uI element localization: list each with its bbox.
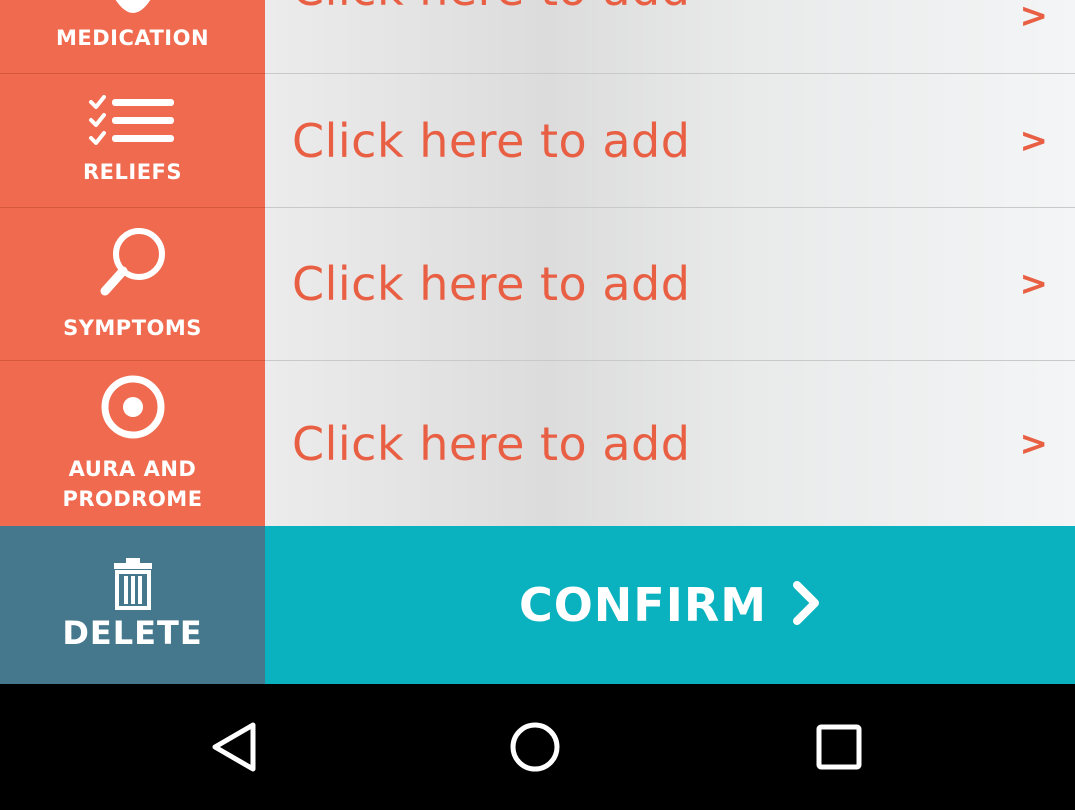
diary-entry-screen: MEDICATION Click here to add > (0, 0, 1075, 810)
aura-label-line2: PRODROME (62, 486, 203, 511)
back-triangle-icon (212, 722, 256, 772)
pill-icon (103, 0, 163, 23)
aura-prodrome-chevron-icon: > (1019, 423, 1049, 464)
aura-prodrome-placeholder: Click here to add (292, 416, 691, 471)
reliefs-category: RELIEFS (0, 74, 265, 208)
trash-icon (112, 558, 154, 610)
medication-add-field[interactable]: Click here to add > (265, 0, 1075, 74)
symptoms-placeholder: Click here to add (292, 257, 691, 311)
symptoms-add-field[interactable]: Click here to add > (265, 208, 1075, 361)
aura-prodrome-label: AURA AND PRODROME (62, 454, 202, 514)
recents-button[interactable] (809, 717, 869, 777)
medication-label: MEDICATION (55, 26, 210, 50)
reliefs-chevron-icon: > (1019, 120, 1049, 161)
checklist-icon (88, 94, 178, 147)
system-nav-bar (0, 684, 1075, 810)
aura-label-line1: AURA AND (68, 456, 197, 481)
aura-prodrome-row[interactable]: AURA AND PRODROME Click here to add > (0, 361, 1075, 526)
chevron-right-icon (791, 581, 821, 629)
symptoms-category: SYMPTOMS (0, 208, 265, 361)
back-button[interactable] (205, 717, 265, 777)
delete-button[interactable]: DELETE (0, 526, 265, 684)
symptoms-label: SYMPTOMS (63, 316, 202, 340)
medication-placeholder: Click here to add (292, 0, 690, 16)
home-button[interactable] (505, 717, 565, 777)
aura-prodrome-add-field[interactable]: Click here to add > (265, 361, 1075, 526)
medication-category: MEDICATION (0, 0, 265, 74)
reliefs-label: RELIEFS (82, 159, 183, 184)
reliefs-add-field[interactable]: Click here to add > (265, 74, 1075, 208)
medication-row[interactable]: MEDICATION Click here to add > (0, 0, 1075, 74)
target-icon (100, 374, 166, 440)
confirm-label: CONFIRM (518, 578, 768, 632)
reliefs-row[interactable]: RELIEFS Click here to add > (0, 74, 1075, 208)
symptoms-row[interactable]: SYMPTOMS Click here to add > (0, 208, 1075, 361)
confirm-button[interactable]: CONFIRM (265, 526, 1075, 684)
recents-square-icon (816, 724, 862, 770)
magnifier-icon (93, 225, 173, 299)
reliefs-placeholder: Click here to add (292, 113, 691, 168)
delete-label: DELETE (62, 614, 203, 652)
home-circle-icon (510, 722, 560, 772)
action-bar: DELETE CONFIRM (0, 526, 1075, 684)
medication-chevron-icon: > (1019, 0, 1049, 36)
aura-prodrome-category: AURA AND PRODROME (0, 361, 265, 526)
symptoms-chevron-icon: > (1019, 264, 1049, 304)
